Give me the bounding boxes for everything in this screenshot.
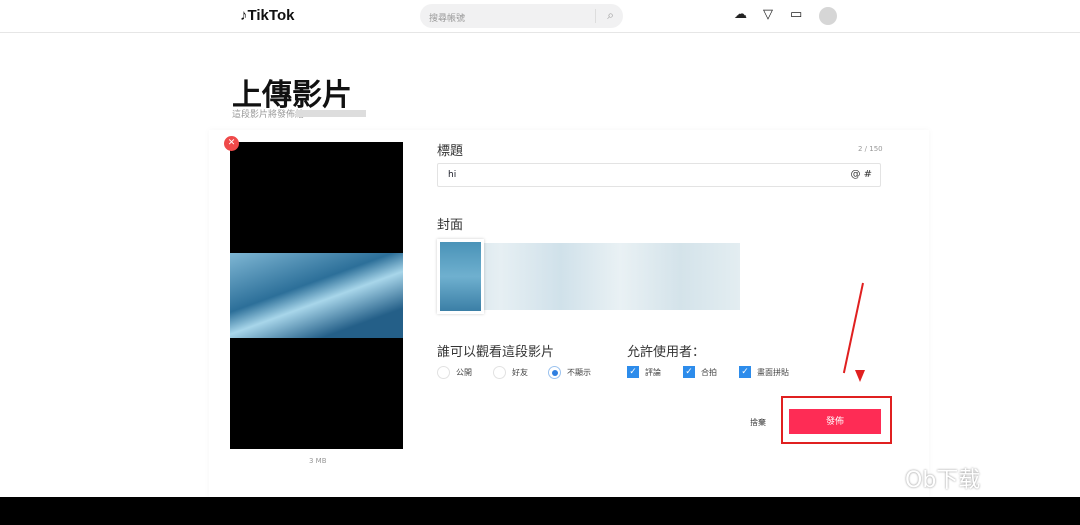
watermark: Ob下载 bbox=[905, 468, 981, 493]
divider bbox=[595, 9, 596, 23]
mention-hashtag-icons[interactable]: @ # bbox=[850, 169, 872, 180]
option-label: 合拍 bbox=[701, 367, 717, 377]
message-icon[interactable]: ▭ bbox=[790, 7, 802, 22]
video-size: 3 MB bbox=[309, 457, 327, 465]
annotation-arrowhead bbox=[855, 370, 865, 382]
privacy-option-friends[interactable]: 好友 bbox=[493, 366, 528, 379]
checkbox-checked[interactable]: ✓ bbox=[683, 366, 695, 378]
caption-count: 2 / 150 bbox=[858, 145, 883, 153]
annotation-highlight-box bbox=[781, 396, 892, 444]
privacy-option-private[interactable]: 不顯示 bbox=[548, 366, 591, 379]
privacy-label: 誰可以觀看這段影片 bbox=[437, 345, 555, 360]
allow-duet[interactable]: ✓ 合拍 bbox=[683, 366, 717, 378]
radio-selected[interactable] bbox=[548, 366, 561, 379]
allow-comment[interactable]: ✓ 評論 bbox=[627, 366, 661, 378]
privacy-option-public[interactable]: 公開 bbox=[437, 366, 472, 379]
search-placeholder: 搜尋帳號 bbox=[429, 14, 466, 24]
radio[interactable] bbox=[437, 366, 450, 379]
top-navigation: ♪TikTok 搜尋帳號 ⌕ ☁ ▽ ▭ bbox=[0, 0, 1080, 33]
close-icon[interactable]: ✕ bbox=[224, 136, 239, 151]
search-input[interactable]: 搜尋帳號 ⌕ bbox=[420, 4, 623, 28]
tiktok-logo[interactable]: ♪TikTok bbox=[240, 7, 294, 24]
caption-value: hi bbox=[448, 170, 457, 180]
option-label: 畫面拼貼 bbox=[757, 367, 789, 377]
option-label: 好友 bbox=[512, 368, 528, 377]
cover-selector[interactable] bbox=[437, 239, 484, 314]
redacted-username bbox=[296, 110, 366, 117]
cover-label: 封面 bbox=[437, 218, 464, 233]
checkbox-checked[interactable]: ✓ bbox=[739, 366, 751, 378]
cover-filmstrip[interactable] bbox=[441, 243, 740, 310]
allow-label: 允許使用者： bbox=[627, 345, 706, 360]
radio[interactable] bbox=[493, 366, 506, 379]
caption-label: 標題 bbox=[437, 144, 464, 159]
video-preview bbox=[230, 142, 403, 449]
inbox-icon[interactable]: ▽ bbox=[763, 7, 773, 22]
allow-stitch[interactable]: ✓ 畫面拼貼 bbox=[739, 366, 789, 378]
option-label: 評論 bbox=[645, 367, 661, 377]
page-subtitle: 這段影片將發佈給 bbox=[232, 110, 305, 120]
avatar[interactable] bbox=[819, 7, 837, 25]
option-label: 不顯示 bbox=[567, 368, 591, 377]
caption-input[interactable]: hi @ # bbox=[437, 163, 881, 187]
search-icon[interactable]: ⌕ bbox=[607, 8, 614, 23]
upload-icon[interactable]: ☁ bbox=[734, 7, 747, 22]
option-label: 公開 bbox=[456, 368, 472, 377]
footer bbox=[0, 497, 1080, 525]
video-frame bbox=[230, 253, 403, 338]
logo-text: TikTok bbox=[247, 7, 295, 24]
checkbox-checked[interactable]: ✓ bbox=[627, 366, 639, 378]
discard-button[interactable]: 捨棄 bbox=[750, 417, 766, 428]
